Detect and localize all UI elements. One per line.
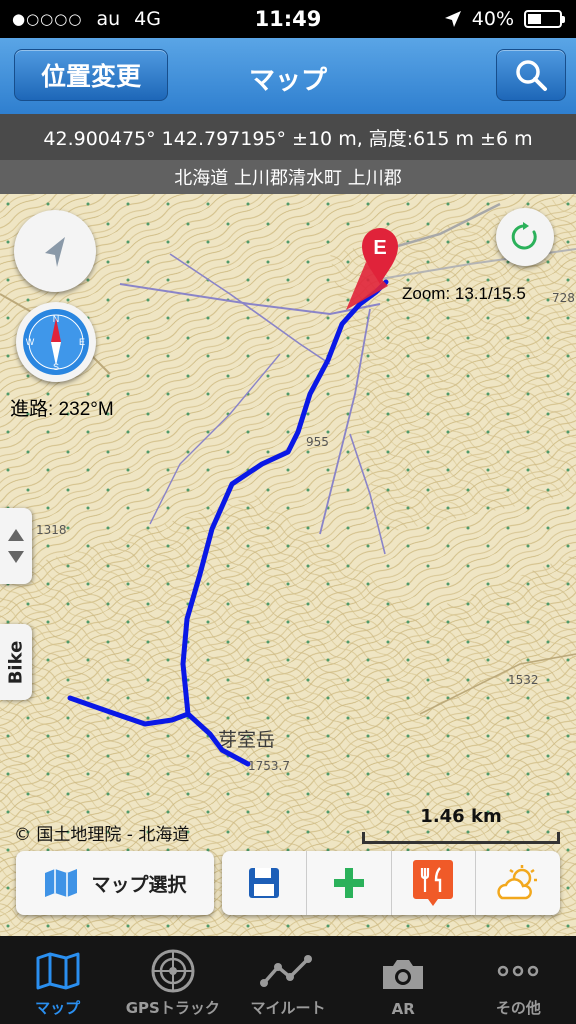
- navigation-arrow-icon: [45, 237, 65, 267]
- elevation-label: 1532: [508, 673, 539, 687]
- search-icon: [516, 60, 547, 91]
- more-icon: [498, 965, 539, 977]
- elevation-label: 728: [552, 291, 575, 305]
- tab-my-route[interactable]: マイルート: [230, 936, 345, 1024]
- tab-label: AR: [391, 1000, 415, 1018]
- refresh-icon: [511, 222, 537, 250]
- scroll-tab[interactable]: [0, 508, 32, 584]
- restaurant-icon: [413, 860, 454, 906]
- tab-label: マイルート: [250, 999, 326, 1017]
- weather-button[interactable]: [476, 851, 560, 915]
- location-arrow-icon: [444, 11, 461, 27]
- tab-label: その他: [495, 999, 541, 1017]
- search-button[interactable]: [496, 49, 566, 101]
- bike-mode-tab[interactable]: Bike: [0, 624, 32, 700]
- tab-map[interactable]: マップ: [0, 936, 115, 1024]
- svg-text:W: W: [26, 337, 35, 347]
- save-button[interactable]: [222, 851, 307, 915]
- map-icon: [45, 869, 78, 897]
- radar-icon: [151, 949, 195, 993]
- action-toolbar: [222, 851, 560, 915]
- map-view[interactable]: 芽室岳 1753.7 1318 1532 955 728 E N S W E: [0, 194, 576, 936]
- status-bar: ●○○○○ au 4G 11:49 40%: [0, 0, 576, 38]
- battery-percent: 40%: [471, 8, 514, 30]
- route-icon: [260, 955, 312, 987]
- svg-text:E: E: [79, 337, 85, 347]
- restaurant-button[interactable]: [392, 851, 477, 915]
- refresh-button[interactable]: [496, 208, 554, 266]
- elevation-label: 1318: [36, 523, 67, 537]
- camera-icon: [383, 960, 424, 989]
- bike-label: Bike: [5, 640, 27, 684]
- address-text: 北海道 上川郡清水町 上川郡: [174, 168, 402, 189]
- tab-bar: マップ GPSトラック マイルート AR その他: [0, 936, 576, 1024]
- map-select-button[interactable]: マップ選択: [16, 851, 214, 915]
- tab-more[interactable]: その他: [461, 936, 576, 1024]
- page-title: マップ: [248, 66, 327, 96]
- save-icon: [248, 868, 279, 898]
- marker-label: E: [373, 237, 386, 259]
- scale-label: 1.46 km: [420, 806, 502, 827]
- tab-ar[interactable]: AR: [346, 936, 461, 1024]
- map-icon: [36, 952, 80, 990]
- tab-label: GPSトラック: [125, 999, 220, 1017]
- up-down-arrows-icon: [8, 529, 24, 563]
- compass-icon: N S W E: [23, 309, 89, 375]
- tab-label: マップ: [35, 999, 81, 1017]
- map-copyright: © 国土地理院 - 北海道: [14, 825, 190, 845]
- battery-icon: [524, 10, 565, 28]
- coordinates-bar: 42.900475° 142.797195° ±10 m, 高度:615 m ±…: [0, 114, 576, 160]
- locate-button[interactable]: [14, 210, 96, 292]
- map-select-label: マップ選択: [91, 873, 187, 896]
- heading-readout: 進路: 232°M: [10, 399, 114, 420]
- scale-bar: [362, 832, 560, 844]
- coordinates-text: 42.900475° 142.797195° ±10 m, 高度:615 m ±…: [43, 127, 533, 150]
- elevation-label: 1753.7: [248, 759, 290, 773]
- add-button[interactable]: [307, 851, 392, 915]
- peak-label: 芽室岳: [218, 729, 275, 751]
- weather-icon: [497, 865, 538, 900]
- add-icon: [333, 868, 364, 898]
- nav-bar: 位置変更 マップ: [0, 38, 576, 114]
- elevation-label: 955: [306, 435, 329, 449]
- zoom-level: Zoom: 13.1/15.5: [402, 284, 526, 303]
- address-bar: 北海道 上川郡清水町 上川郡: [0, 160, 576, 194]
- tab-gps-track[interactable]: GPSトラック: [115, 936, 230, 1024]
- compass-button[interactable]: N S W E: [16, 302, 96, 382]
